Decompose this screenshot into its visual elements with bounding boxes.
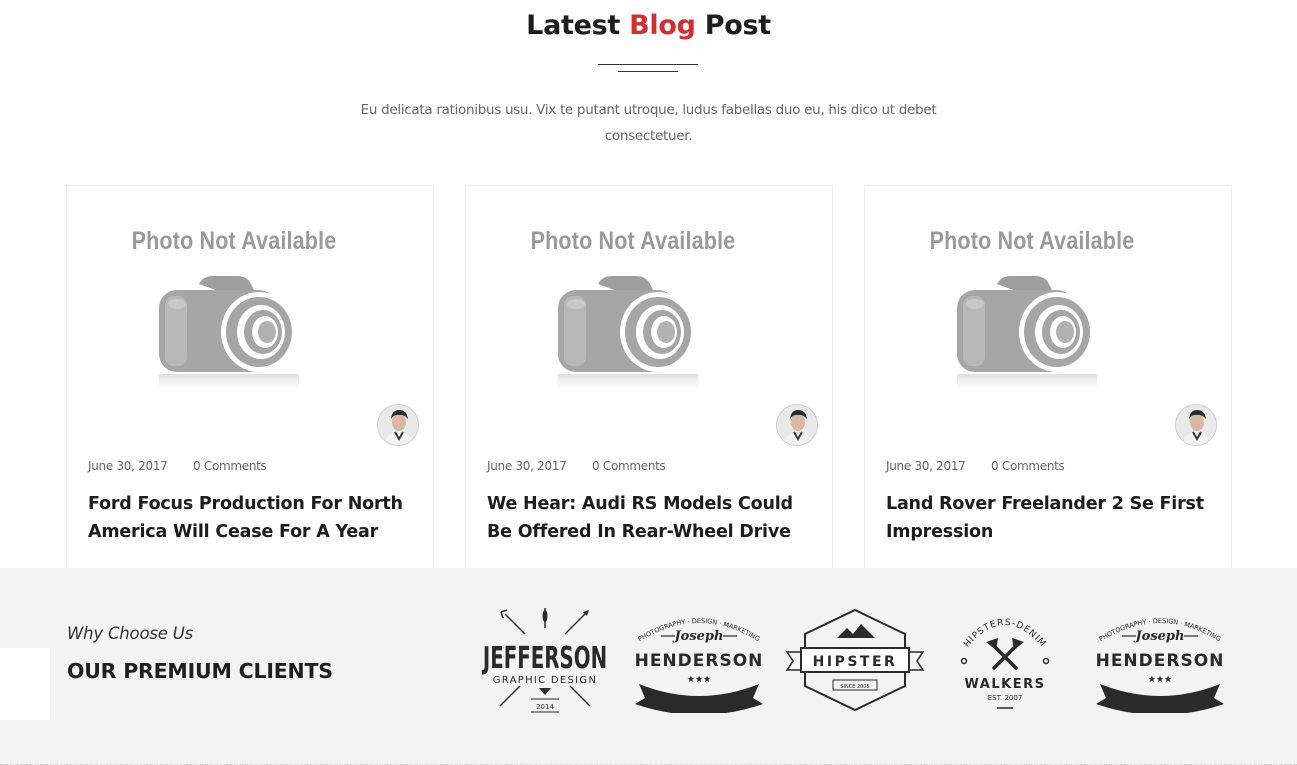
henderson-stars: ★★★ — [687, 675, 711, 685]
jefferson-tagline: GRAPHIC DESIGN — [493, 675, 598, 686]
title-divider — [598, 64, 698, 65]
section-intro: Eu delicata rationibus usu. Vix te putan… — [360, 102, 937, 144]
thumbnail-placeholder-text: Photo Not Available — [929, 227, 1135, 255]
hipster-name: HIPSTER — [813, 654, 898, 670]
post-meta: June 30, 2017 0 Comments — [487, 459, 666, 473]
walkers-est: EST. 2007 — [988, 694, 1023, 702]
client-logo-henderson[interactable]: PHOTOGRAPHY · DESIGN · MARKETING Joseph … — [1086, 608, 1234, 713]
blog-post-card[interactable]: Photo Not Available June 30, 2017 0 Comm… — [66, 185, 434, 575]
walkers-name: WALKERS — [965, 677, 1046, 692]
blog-post-card[interactable]: Photo Not Available June 30, 2017 0 Comm… — [465, 185, 833, 575]
blog-post-card[interactable]: Photo Not Available June 30, 2017 0 Comm… — [864, 185, 1232, 575]
client-logo-henderson[interactable]: PHOTOGRAPHY · DESIGN · MARKETING Joseph … — [625, 608, 773, 713]
client-logo-jefferson[interactable]: JEFFERSON GRAPHIC DESIGN 2014 — [475, 606, 615, 716]
post-thumbnail[interactable]: Photo Not Available — [466, 186, 832, 446]
thumbnail-placeholder-text: Photo Not Available — [131, 227, 337, 255]
walkers-arc-text: HIPSTERS-DENIM — [962, 618, 1047, 650]
post-date[interactable]: June 30, 2017 — [487, 459, 567, 473]
camera-icon — [159, 274, 305, 394]
post-thumbnail[interactable]: Photo Not Available — [67, 186, 433, 446]
post-title-link[interactable]: Ford Focus Production For North America … — [88, 490, 418, 546]
section-heading: OUR PREMIUM CLIENTS — [67, 659, 333, 683]
post-title-link[interactable]: Land Rover Freelander 2 Se First Impress… — [886, 490, 1216, 546]
post-meta: June 30, 2017 0 Comments — [886, 459, 1065, 473]
post-date[interactable]: June 30, 2017 — [886, 459, 966, 473]
henderson-stars: ★★★ — [1148, 675, 1172, 685]
post-title-link[interactable]: We Hear: Audi RS Models Could Be Offered… — [487, 490, 817, 546]
post-meta: June 30, 2017 0 Comments — [88, 459, 267, 473]
title-divider — [618, 71, 678, 72]
post-comments-link[interactable]: 0 Comments — [592, 459, 666, 473]
author-avatar[interactable] — [377, 404, 419, 446]
title-accent: Blog — [629, 10, 696, 41]
latest-blog-section: Latest Blog Post Eu delicata rationibus … — [0, 0, 1297, 575]
author-avatar[interactable] — [776, 404, 818, 446]
client-logo-hipster[interactable]: HIPSTER SINCE 2005 — [785, 608, 925, 713]
henderson-script: Joseph — [672, 629, 724, 644]
post-thumbnail[interactable]: Photo Not Available — [865, 186, 1231, 446]
svg-text:HIPSTERS-DENIM: HIPSTERS-DENIM — [962, 618, 1048, 650]
post-comments-link[interactable]: 0 Comments — [193, 459, 267, 473]
henderson-name: HENDERSON — [635, 651, 764, 671]
author-avatar[interactable] — [1175, 404, 1217, 446]
post-comments-link[interactable]: 0 Comments — [991, 459, 1065, 473]
camera-icon — [957, 274, 1103, 394]
thumbnail-placeholder-text: Photo Not Available — [530, 227, 736, 255]
jefferson-year: 2014 — [536, 703, 554, 711]
section-title: Latest Blog Post — [0, 10, 1297, 41]
jefferson-name: JEFFERSON — [481, 640, 607, 675]
decorative-patch — [0, 648, 50, 720]
premium-clients-section: Why Choose Us OUR PREMIUM CLIENTS JEFFER… — [0, 568, 1297, 765]
section-subtitle: Why Choose Us — [67, 624, 194, 643]
post-date[interactable]: June 30, 2017 — [88, 459, 168, 473]
title-part: Latest — [526, 10, 630, 41]
title-part: Post — [695, 10, 771, 41]
henderson-name: HENDERSON — [1096, 651, 1225, 671]
hipster-since: SINCE 2005 — [840, 684, 869, 690]
henderson-script: Joseph — [1133, 629, 1185, 644]
camera-icon — [558, 274, 704, 394]
client-logo-walkers[interactable]: HIPSTERS-DENIM WALKERS EST. 2007 — [950, 606, 1060, 716]
